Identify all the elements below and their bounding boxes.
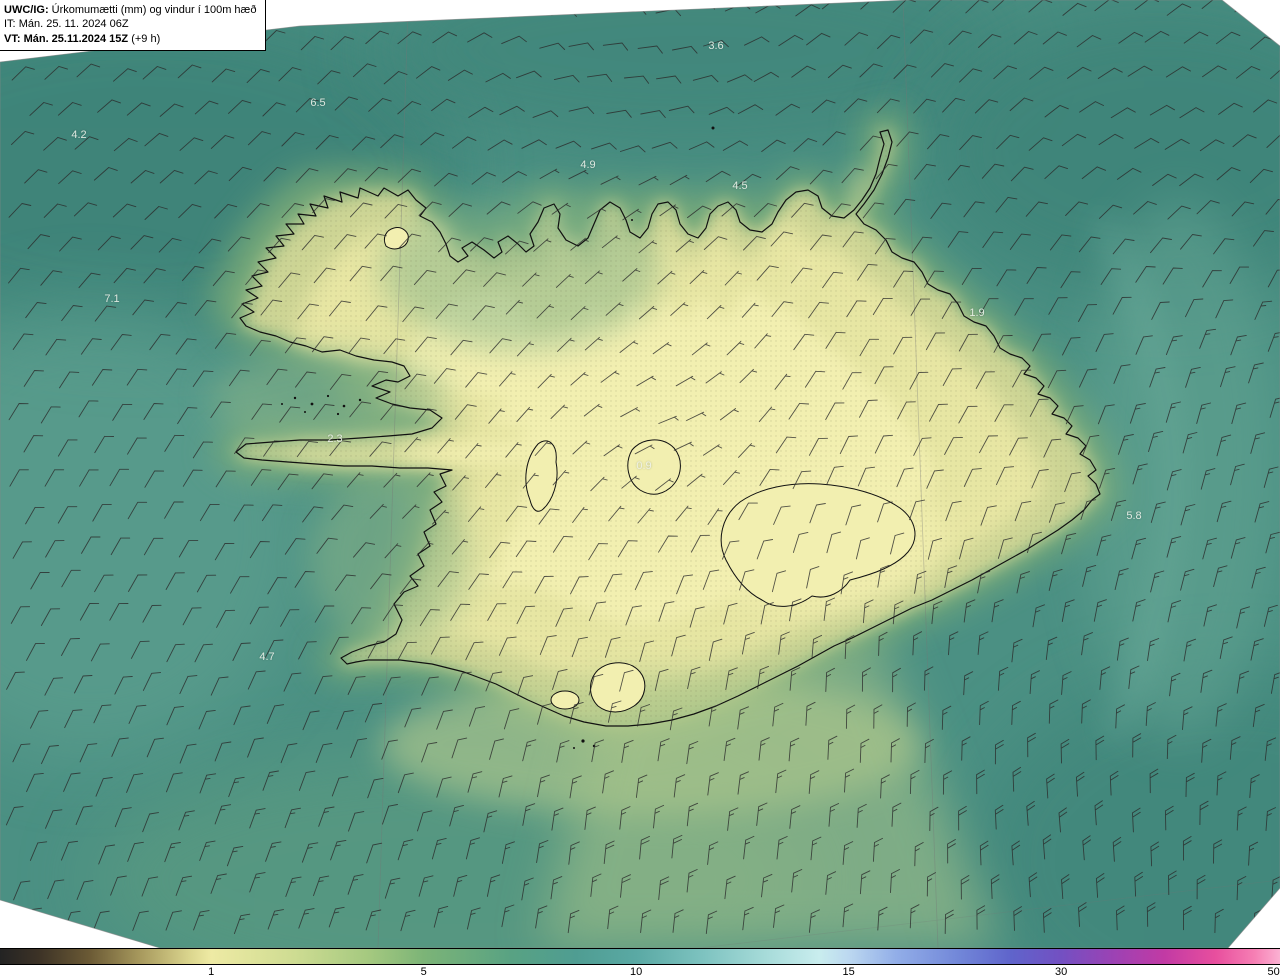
colorbar-tick-label: 15 <box>842 966 855 978</box>
valid-offset: (+9 h) <box>131 32 161 45</box>
info-box: UWC/IG: Úrkomumætti (mm) og vindur í 100… <box>0 0 267 51</box>
info-init-line: IT: Mán. 25. 11. 2024 06Z <box>4 17 256 31</box>
colorbar-tick-label: 50 <box>1267 966 1280 978</box>
valid-label: VT: <box>4 32 21 45</box>
info-valid-line: VT: Mán. 25.11.2024 15Z (+9 h) <box>4 32 256 46</box>
weather-map: 3.6 6.5 4.2 4.9 4.5 7.1 1.9 2.3 0.9 5.8 4.7 UWC/IG… <box>0 0 1280 948</box>
info-title-line: UWC/IG: Úrkomumætti (mm) og vindur í 100… <box>4 3 256 17</box>
init-time: Mán. 25. 11. 2024 06Z <box>18 18 129 31</box>
init-label: IT: <box>4 18 16 31</box>
colorbar-tick-label: 5 <box>420 966 427 978</box>
model-label: UWC/IG: <box>4 4 49 16</box>
glacier-myrdalsjokull <box>590 662 646 713</box>
product-title: Úrkomumætti (mm) og vindur í 100m hæð <box>51 4 257 16</box>
colorbar-gradient <box>0 948 1280 965</box>
glacier-eyjafjallajokull <box>550 690 580 710</box>
valid-time: Mán. 25.11.2024 15Z <box>23 32 129 45</box>
colorbar-tick-label: 1 <box>208 966 215 978</box>
glacier-drangajokull <box>383 227 409 250</box>
colorbar-tick-label: 10 <box>630 966 643 978</box>
colorbar-tick-label: 30 <box>1054 966 1068 978</box>
colorbar-legend: 1 5 10 15 30 50 <box>0 948 1280 978</box>
weather-field-svg <box>0 0 1280 948</box>
